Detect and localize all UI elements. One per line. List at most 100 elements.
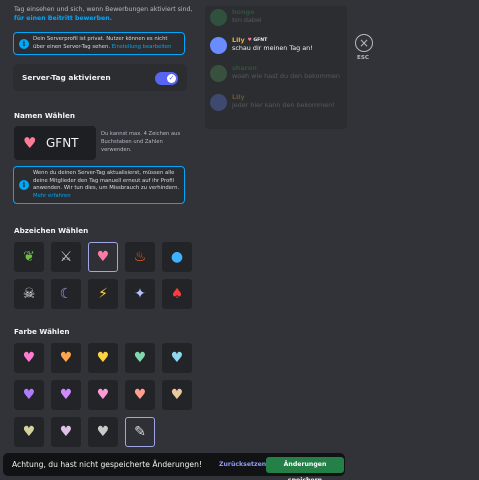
server-tag-settings-panel: Tag einsehen und sich, wenn Bewerbungen … [0,0,200,480]
apply-link[interactable]: für einen Beitritt bewerben. [14,15,112,22]
flame-icon: ♨ [133,249,147,265]
author-name: hongo [232,8,255,16]
message-text: jeder hier kann den bekommen! [232,101,335,109]
color-option[interactable]: ♥ [125,380,155,410]
moon-icon: ☾ [59,286,73,302]
badge-section-heading: Abzeichen Wählen [14,226,89,235]
tag-name-help: Du kannst max. 4 Zeichen aus Buchstaben … [101,131,181,153]
message-text: schau dir meinen Tag an! [232,44,313,52]
badge-option[interactable]: ✦ [125,279,155,309]
tag-name-input[interactable]: ♥ GFNT [14,126,96,160]
info-icon: i [19,38,29,49]
color-option[interactable]: ♥ [51,380,81,410]
badge-option[interactable]: ♨ [125,242,155,272]
checkmark-icon: ✓ [167,74,176,83]
heart-color-salmon-icon: ♥ [133,387,147,403]
badge-option[interactable]: ♠ [162,279,192,309]
close-button[interactable]: × [355,34,373,52]
color-option[interactable]: ♥ [162,343,192,373]
heart-color-cyan-icon: ♥ [170,350,184,366]
color-option[interactable]: ✎ [125,417,155,447]
heart-color-violet-icon: ♥ [59,387,73,403]
heart-color-pink-icon: ♥ [22,350,36,366]
heart-color-orange-icon: ♥ [59,350,73,366]
badge-option[interactable]: ❦ [14,242,44,272]
color-option[interactable]: ♥ [88,343,118,373]
heart-color-lilac-icon: ♥ [59,424,73,440]
private-profile-notice: i Dein Serverprofil ist privat. Nutzer k… [13,32,185,56]
color-option[interactable]: ♥ [14,380,44,410]
avatar [210,37,227,54]
color-option[interactable]: ♥ [51,417,81,447]
badge-text: GFNT [253,38,268,43]
chat-message: Lily jeder hier kann den bekommen! [210,93,345,119]
info-icon: i [19,180,29,191]
heart-icon: ♥ [96,249,110,265]
sword-icon: ⚔ [59,249,73,265]
color-option[interactable]: ♥ [51,343,81,373]
unsaved-warning: Achtung, du hast nicht gespeicherte Ände… [12,460,202,469]
color-option[interactable]: ♥ [88,417,118,447]
heart-color-mint-icon: ♥ [133,350,147,366]
tag-update-text: Wenn du deinen Server-Tag aktualisierst,… [33,170,180,192]
author-name: Lily [232,93,245,101]
message-author: sharon [232,64,257,72]
name-section-heading: Namen Wählen [14,111,75,120]
badge-option[interactable]: ☾ [51,279,81,309]
sparkle-icon: ✦ [134,286,146,302]
tag-update-notice: i Wenn du deinen Server-Tag aktualisiers… [13,166,185,205]
author-name: Lily [232,36,245,44]
reset-button[interactable]: Zurücksetzen [219,461,266,468]
message-preview: hongo bin dabei Lily ♥ GFNT schau dir meinen… [205,6,347,129]
intro-body: Tag einsehen und sich, wenn Bewerbungen … [14,6,193,13]
skull-icon: ☠ [22,286,36,302]
color-option[interactable]: ♥ [88,380,118,410]
author-name: sharon [232,64,257,72]
heart-color-purple-icon: ♥ [22,387,36,403]
edit-setting-link[interactable]: Einstellung bearbeiten [112,44,172,50]
server-tag-badge: ♥ GFNT [248,38,268,43]
server-tag-switch[interactable]: ✓ [155,72,178,85]
heart-color-yellow-icon: ♥ [96,350,110,366]
color-option[interactable]: ♥ [125,343,155,373]
custom-color-picker-icon: ✎ [134,424,146,440]
tag-name-value: GFNT [46,136,79,150]
leaf-icon: ❦ [23,249,35,265]
close-icon: × [358,36,370,50]
mushroom-icon: ♠ [170,286,184,302]
chat-message: Lily ♥ GFNT schau dir meinen Tag an! [210,36,345,62]
avatar [210,9,227,26]
heart-color-beige-icon: ♥ [170,387,184,403]
learn-more-link[interactable]: Mehr erfahren [33,193,71,199]
heart-icon: ♥ [23,134,37,152]
unsaved-changes-bar: Achtung, du hast nicht gespeicherte Ände… [3,453,345,480]
chat-message: sharon woah wie hast du den bekommen [210,64,345,90]
save-changes-button[interactable]: Änderungen speichern [266,457,344,480]
color-grid: ♥ ♥ ♥ ♥ ♥ ♥ ♥ ♥ ♥ ♥ ♥ ♥ ♥ ✎ [14,343,192,447]
message-text: bin dabei [232,16,262,24]
esc-label: ESC [357,55,369,61]
water-drop-icon: ● [170,249,184,265]
chat-message: hongo bin dabei [210,8,345,34]
server-tag-toggle-row[interactable]: Server-Tag aktivieren ✓ [13,64,187,91]
message-author: Lily [232,93,245,101]
badge-option[interactable]: ⚔ [51,242,81,272]
intro-text: Tag einsehen und sich, wenn Bewerbungen … [14,5,194,23]
badge-grid: ❦ ⚔ ♥ ♨ ● ☠ ☾ ⚡ ✦ ♠ [14,242,192,309]
heart-color-grey-icon: ♥ [96,424,110,440]
color-option[interactable]: ♥ [14,417,44,447]
color-option[interactable]: ♥ [14,343,44,373]
badge-option[interactable]: ⚡ [88,279,118,309]
color-option[interactable]: ♥ [162,380,192,410]
message-author: hongo [232,8,254,16]
badge-option[interactable]: ♥ [88,242,118,272]
server-tag-toggle-label: Server-Tag aktivieren [22,73,111,82]
avatar [210,94,227,111]
heart-color-rose-icon: ♥ [96,387,110,403]
badge-option[interactable]: ● [162,242,192,272]
badge-option[interactable]: ☠ [14,279,44,309]
avatar [210,65,227,82]
color-section-heading: Farbe Wählen [14,327,70,336]
heart-color-khaki-icon: ♥ [22,424,36,440]
message-author: Lily ♥ GFNT [232,36,267,44]
